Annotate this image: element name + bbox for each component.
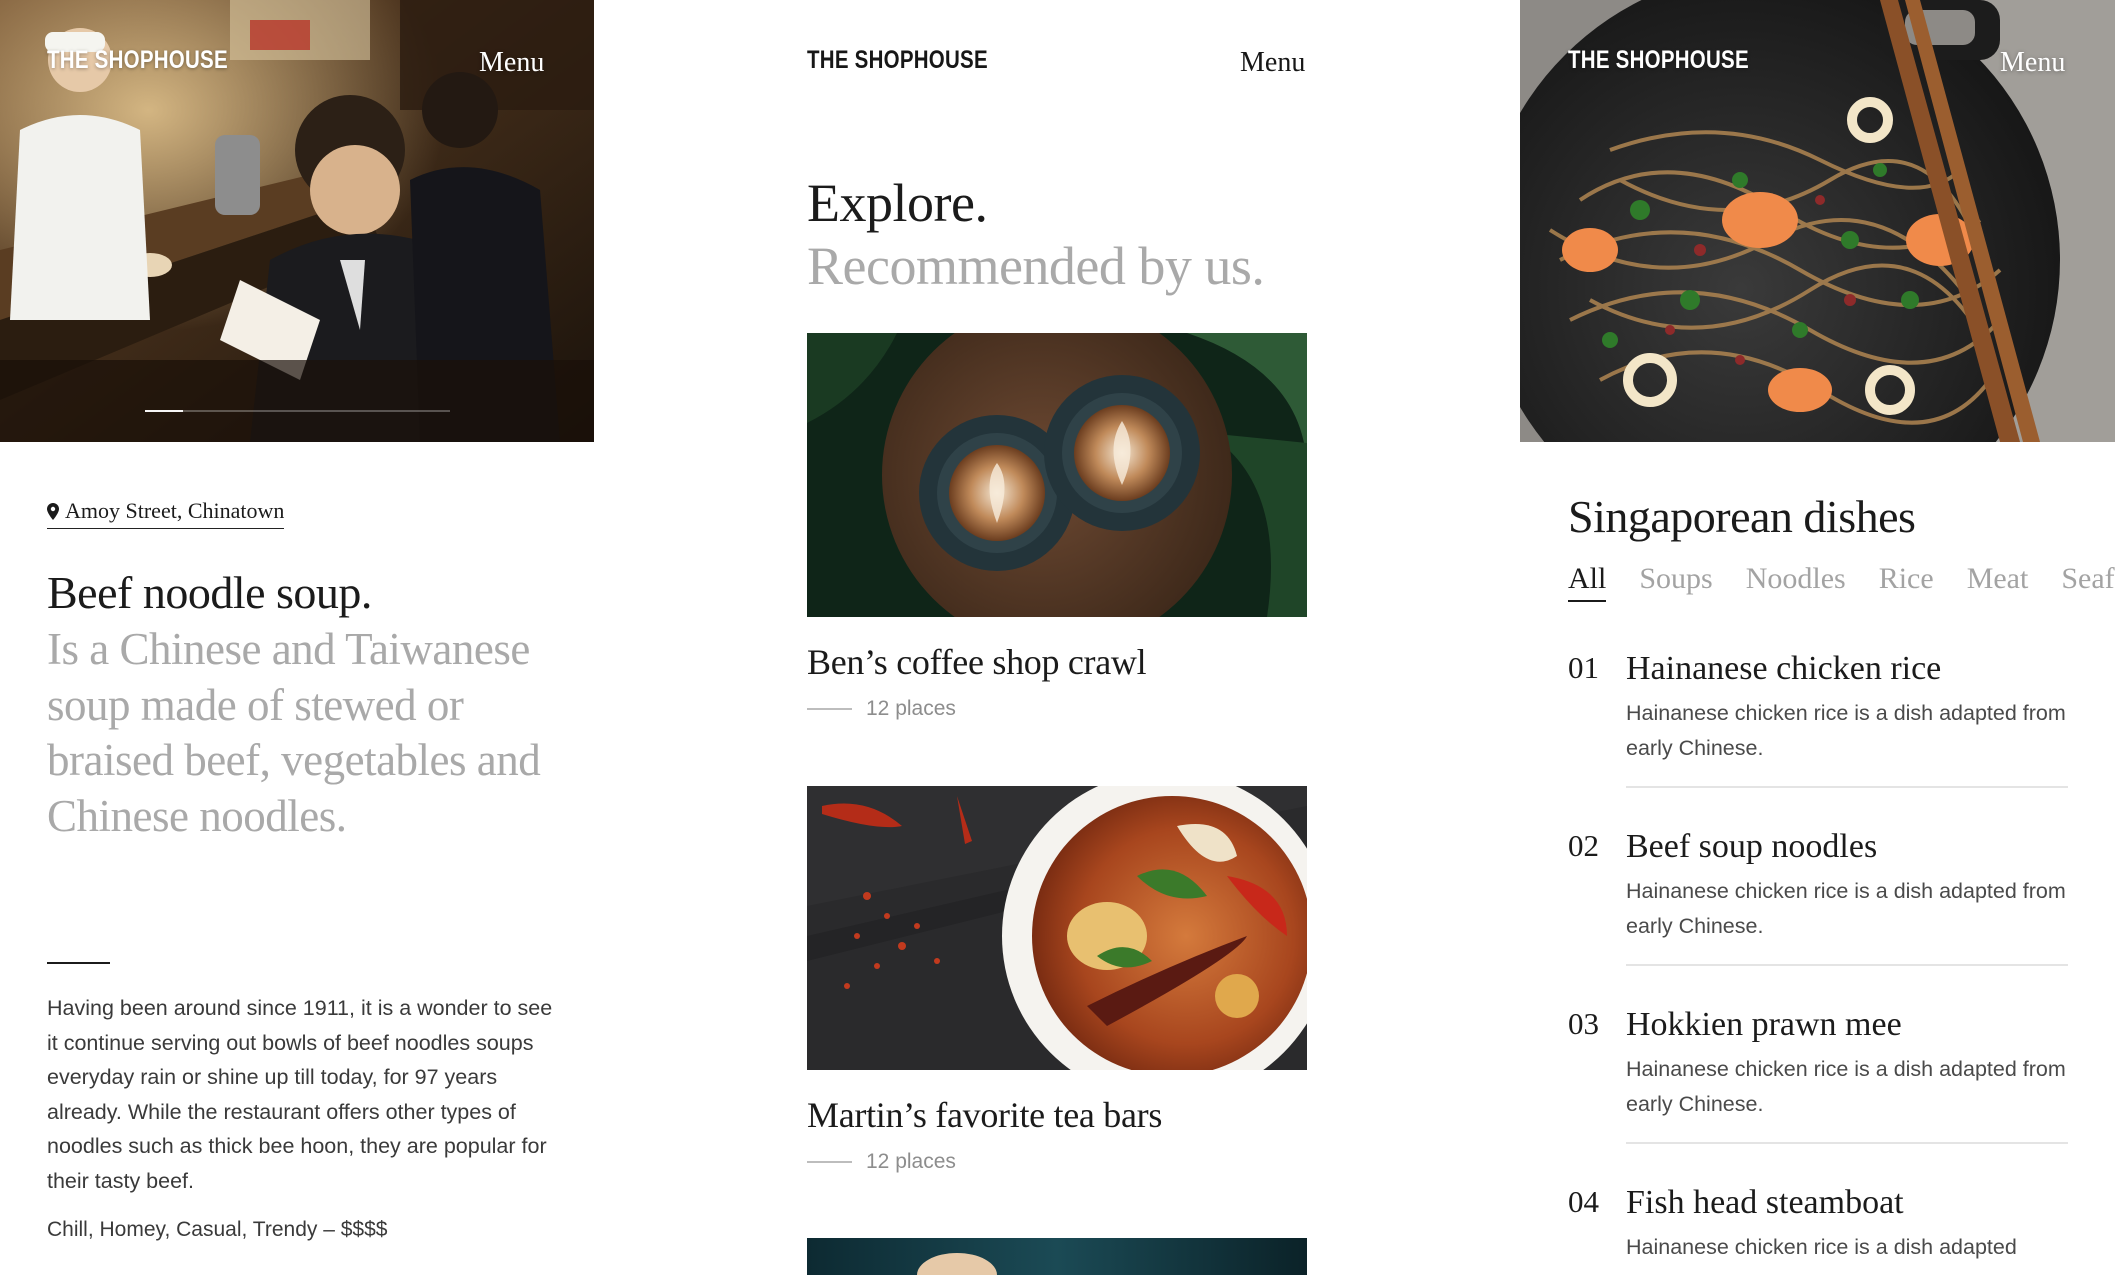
brand-logo[interactable]: THE SHOPHOUSE xyxy=(1568,46,1749,75)
explore-subheading: Recommended by us. xyxy=(807,236,1265,296)
dish-number: 02 xyxy=(1568,828,1599,863)
dishes-title: Singaporean dishes xyxy=(1568,491,1916,542)
meta-dash xyxy=(807,1161,852,1163)
dish-number: 03 xyxy=(1568,1006,1599,1041)
collection-meta: 12 places xyxy=(807,1150,1307,1174)
dish-tags: Chill, Homey, Casual, Trendy – $$$$ xyxy=(47,1218,388,1241)
brand-logo[interactable]: THE SHOPHOUSE xyxy=(807,46,988,75)
collection-count: 12 places xyxy=(866,697,956,720)
collection-card[interactable] xyxy=(807,1238,1307,1275)
map-pin-icon xyxy=(47,502,59,520)
tab-rice[interactable]: Rice xyxy=(1879,562,1934,602)
list-divider xyxy=(1626,1142,2068,1144)
collection-title: Martin’s favorite tea bars xyxy=(807,1095,1163,1135)
tab-all[interactable]: All xyxy=(1568,562,1607,602)
dish-name: Beef soup noodles xyxy=(1626,828,1878,865)
location-label: Amoy Street, Chinatown xyxy=(65,498,285,523)
explore-screen: THE SHOPHOUSE Menu Explore. Recommended … xyxy=(760,0,1354,1275)
detail-screen: THE SHOPHOUSE Menu Amoy Street, Chinatow… xyxy=(0,0,594,1275)
menu-button[interactable]: Menu xyxy=(2000,47,2065,79)
collection-title: Ben’s coffee shop crawl xyxy=(807,642,1147,682)
hero-photo-noodles: THE SHOPHOUSE Menu xyxy=(1520,0,2115,442)
dish-desc: Hainanese chicken rice is a dish adapted… xyxy=(1626,701,2066,760)
carousel-indicator-active xyxy=(145,410,183,412)
tab-noodles[interactable]: Noodles xyxy=(1746,562,1846,602)
collection-meta: 12 places xyxy=(807,697,1307,721)
dish-name: Hainanese chicken rice xyxy=(1626,650,1942,687)
brand-logo[interactable]: THE SHOPHOUSE xyxy=(47,46,228,75)
dish-title: Beef noodle soup. xyxy=(47,567,372,618)
dish-number: 01 xyxy=(1568,650,1599,685)
explore-heading: Explore. xyxy=(807,173,988,233)
dish-desc: Hainanese chicken rice is a dish adapted… xyxy=(1626,879,2066,938)
list-divider xyxy=(1626,786,2068,788)
dishes-screen: THE SHOPHOUSE Menu Singaporean dishes Al… xyxy=(1520,0,2115,1275)
tab-meat[interactable]: Meat xyxy=(1967,562,2029,602)
location-link[interactable]: Amoy Street, Chinatown xyxy=(47,498,285,529)
dish-desc: Hainanese chicken rice is a dish adapted xyxy=(1626,1235,2017,1259)
dish-description: Having been around since 1911, it is a w… xyxy=(47,996,553,1193)
meta-dash xyxy=(807,708,852,710)
coffee-photo xyxy=(807,333,1307,617)
tab-seafood[interactable]: Seafood xyxy=(2061,562,2115,602)
menu-button[interactable]: Menu xyxy=(1240,47,1305,79)
collection-photo xyxy=(807,1238,1307,1275)
collection-card[interactable]: Ben’s coffee shop crawl 12 places xyxy=(807,333,1307,721)
dish-desc: Hainanese chicken rice is a dish adapted… xyxy=(1626,1057,2066,1116)
collection-card[interactable]: Martin’s favorite tea bars 12 places xyxy=(807,786,1307,1174)
dish-subtitle: Is a Chinese and Taiwanese soup made of … xyxy=(47,624,541,841)
tab-soups[interactable]: Soups xyxy=(1639,562,1712,602)
menu-button[interactable]: Menu xyxy=(479,47,544,79)
section-divider xyxy=(47,962,110,964)
collection-count: 12 places xyxy=(866,1150,956,1173)
category-tabs: All Soups Noodles Rice Meat Seafood xyxy=(1568,562,2115,602)
dish-name: Hokkien prawn mee xyxy=(1626,1006,1902,1043)
carousel-indicator[interactable] xyxy=(145,410,450,412)
dish-name: Fish head steamboat xyxy=(1626,1184,1904,1221)
curry-photo xyxy=(807,786,1307,1070)
dish-number: 04 xyxy=(1568,1184,1599,1219)
list-divider xyxy=(1626,964,2068,966)
hero-photo-restaurant-counter: THE SHOPHOUSE Menu xyxy=(0,0,594,442)
